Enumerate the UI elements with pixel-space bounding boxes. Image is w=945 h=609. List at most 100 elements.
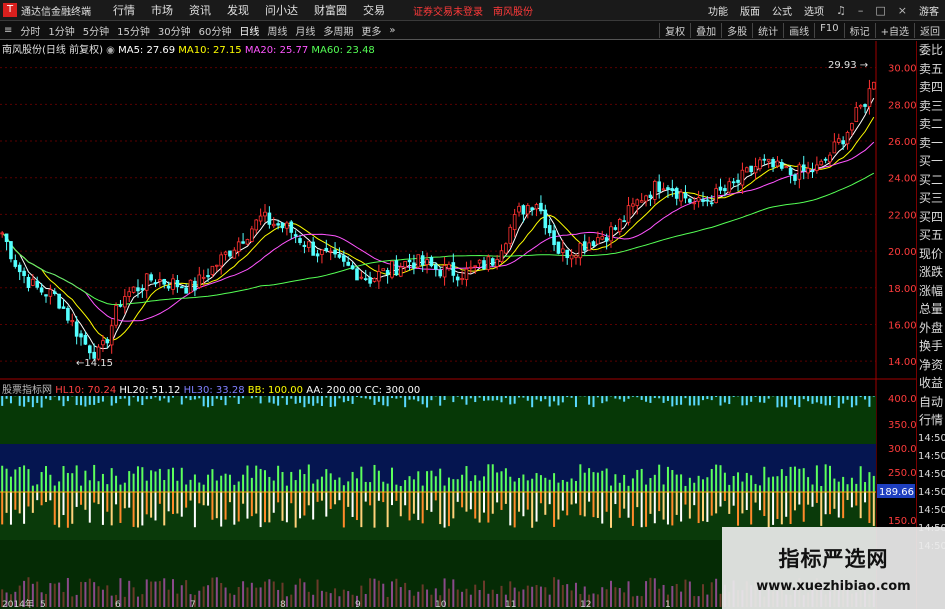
guest-label[interactable]: 游客 [913, 3, 945, 18]
settings-icon[interactable]: ◉ [106, 45, 115, 56]
candle-body [705, 199, 710, 202]
close-icon[interactable]: × [892, 4, 913, 17]
candle-body [372, 277, 377, 282]
overlay-button[interactable]: 叠加 [690, 22, 721, 38]
candle-body [398, 266, 403, 277]
login-status[interactable]: 证券交易未登录 [413, 3, 483, 18]
candle-body [35, 280, 40, 288]
period-30min[interactable]: 30分钟 [154, 23, 195, 38]
draw-line-button[interactable]: 画线 [783, 22, 814, 38]
menu-layout[interactable]: 版面 [734, 3, 766, 18]
candle-body [793, 174, 797, 181]
period-intraday[interactable]: 分时 [16, 23, 44, 38]
period-5min[interactable]: 5分钟 [79, 23, 113, 38]
candle-body [486, 256, 491, 270]
candle-body [863, 104, 867, 107]
f10-button[interactable]: F10 [814, 22, 843, 38]
period-monthly[interactable]: 月线 [291, 23, 319, 38]
headset-icon[interactable]: ♫ [830, 4, 852, 17]
maximize-icon[interactable]: □ [869, 4, 891, 17]
side-panel-item: 收益 [918, 376, 943, 390]
more-arrow-icon[interactable]: » [385, 25, 399, 36]
add-watchlist-button[interactable]: +自选 [874, 22, 914, 38]
candle-body [674, 187, 679, 199]
candle-body [228, 250, 232, 257]
multi-stock-button[interactable]: 多股 [721, 22, 752, 38]
menu-formula[interactable]: 公式 [766, 3, 798, 18]
statistics-button[interactable]: 统计 [752, 22, 783, 38]
low-price-label: ←14.15 [76, 358, 113, 369]
candle-body [127, 291, 132, 297]
side-panel-item[interactable]: 自动 [917, 393, 945, 412]
menu-trade[interactable]: 交易 [355, 2, 393, 18]
menu-market[interactable]: 市场 [143, 2, 181, 18]
candle-body [495, 259, 499, 267]
current-value-label: 189.66 [879, 487, 914, 498]
candle-body [105, 339, 110, 344]
menu-icon[interactable]: ≡ [0, 25, 16, 36]
menu-function[interactable]: 功能 [702, 3, 734, 18]
candle-body [517, 205, 521, 213]
price-tick-label: 22.00 [888, 210, 916, 221]
kline-chart[interactable]: 30.00 28.00 26.00 24.00 22.00 20.00 18.00 16.00… [0, 41, 916, 609]
candle-body [639, 200, 644, 203]
candle-body [140, 288, 145, 291]
candle-body [701, 199, 705, 202]
candle-body [394, 260, 399, 276]
menu-quotes[interactable]: 行情 [105, 2, 143, 18]
period-1min[interactable]: 1分钟 [44, 23, 78, 38]
candle-body [644, 195, 648, 202]
candle-body [219, 254, 223, 267]
candle-body [306, 241, 311, 248]
candle-body [766, 158, 771, 162]
menu-news[interactable]: 资讯 [181, 2, 219, 18]
candle-body [215, 264, 219, 267]
period-60min[interactable]: 60分钟 [195, 23, 236, 38]
candle-body [293, 234, 298, 237]
quote-side-panel: 委比 卖五 卖四 卖三 卖二 卖一 买一 买二 买三 买四 买五 现价 涨跌 涨幅 总量 外盘 换手 净资 收益 自动… [916, 41, 945, 609]
indicator-name[interactable]: 股票指标网 [2, 385, 52, 396]
candle-body [61, 306, 66, 309]
candle-body [832, 141, 837, 154]
period-multi[interactable]: 多周期 [319, 23, 357, 38]
candle-body [661, 188, 666, 191]
indicator-band-top [0, 396, 876, 444]
side-panel-item[interactable]: 行情 [917, 411, 945, 430]
candle-body [473, 265, 478, 268]
candle-body [648, 194, 653, 198]
candle-body [740, 169, 745, 186]
hl10-value: HL10: 70.24 [55, 385, 117, 396]
candle-body [609, 226, 613, 242]
candle-body [385, 270, 390, 275]
candle-body [280, 222, 285, 229]
adjust-button[interactable]: 复权 [659, 22, 690, 38]
menu-ask[interactable]: 问小达 [257, 2, 306, 18]
back-button[interactable]: 返回 [914, 22, 945, 38]
menu-options[interactable]: 选项 [798, 3, 830, 18]
candle-body [539, 202, 543, 212]
menu-wealth[interactable]: 财富圈 [306, 2, 355, 18]
candle-body [845, 132, 850, 145]
menu-discover[interactable]: 发现 [219, 2, 257, 18]
candle-body [626, 205, 631, 223]
minimize-icon[interactable]: – [852, 4, 870, 17]
period-more[interactable]: 更多 [357, 23, 385, 38]
candle-body [346, 261, 351, 266]
candle-body [451, 262, 456, 276]
candle-body [197, 274, 202, 288]
period-daily[interactable]: 日线 [235, 23, 263, 38]
candle-body [574, 255, 578, 258]
candle-body [810, 170, 815, 173]
period-15min[interactable]: 15分钟 [113, 23, 154, 38]
period-weekly[interactable]: 周线 [263, 23, 291, 38]
candle-body [342, 255, 346, 262]
candle-body [258, 215, 263, 222]
candle-body [872, 81, 876, 90]
candle-body [149, 274, 153, 281]
candle-body [0, 232, 4, 235]
candle-body [153, 282, 158, 285]
mark-button[interactable]: 标记 [843, 22, 875, 38]
month-tick-label: 5 [40, 600, 46, 609]
candle-body [26, 276, 31, 288]
candle-body [79, 333, 83, 338]
